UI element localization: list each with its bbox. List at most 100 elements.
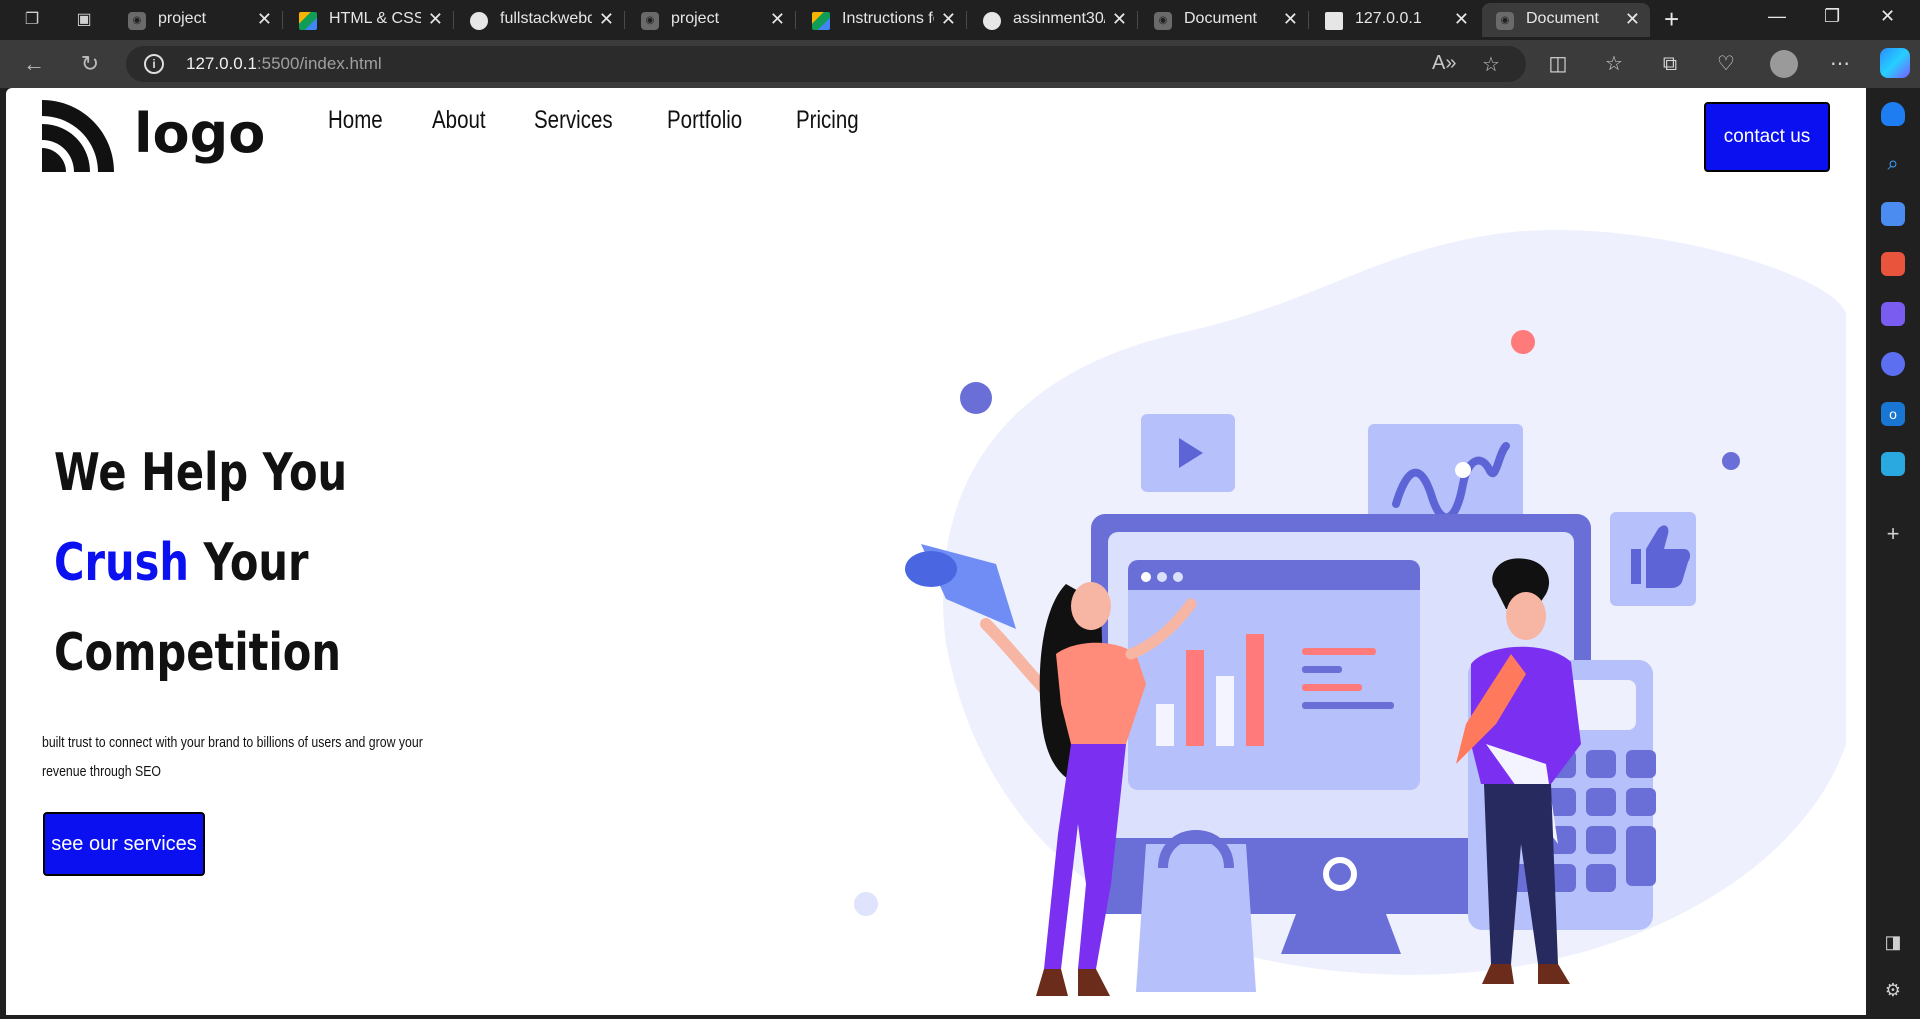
profile-avatar[interactable] <box>1770 50 1798 78</box>
tab-active[interactable]: ◉ Document ✕ <box>1482 3 1650 37</box>
contact-us-button[interactable]: contact us <box>1704 102 1830 172</box>
tools-icon[interactable] <box>1881 252 1905 276</box>
close-icon[interactable]: ✕ <box>428 9 443 30</box>
back-button[interactable]: ← <box>20 50 48 78</box>
tab[interactable]: ◉ project ✕ <box>114 3 283 37</box>
url-text[interactable]: 127.0.0.1:5500/index.html <box>186 54 382 74</box>
logo-text: logo <box>134 102 266 165</box>
tab[interactable]: fullstackwebd ✕ <box>456 3 625 37</box>
github-icon <box>983 12 1001 30</box>
copilot-icon[interactable] <box>1880 48 1910 78</box>
tab-title: Instructions fo <box>842 10 934 27</box>
close-icon[interactable]: ✕ <box>599 9 614 30</box>
workspaces-icon[interactable]: ❐ <box>20 8 44 32</box>
bar <box>1216 676 1234 746</box>
github-icon <box>470 12 488 30</box>
bar <box>1186 650 1204 746</box>
edge-sidebar: ⌕ o + ◨ ⚙ <box>1866 88 1920 1019</box>
browser-essentials-icon[interactable]: ♡ <box>1712 50 1740 78</box>
tab-title: assinment30/ <box>1013 10 1105 27</box>
tab-title: HTML & CSS <box>329 10 421 27</box>
google-drive-icon <box>299 12 317 30</box>
tab[interactable]: ◉ Document ✕ <box>1140 3 1309 37</box>
decor-dot <box>1511 330 1535 354</box>
read-aloud-icon[interactable]: A» <box>1432 52 1456 75</box>
new-tab-button[interactable]: + <box>1664 4 1679 35</box>
headline-line-3: Competition <box>54 623 341 683</box>
tab[interactable]: HTML & CSS ✕ <box>285 3 454 37</box>
headline-line-1: We Help You <box>54 443 348 503</box>
shopping-bag <box>1136 844 1256 992</box>
close-icon[interactable]: ✕ <box>1454 9 1469 30</box>
hero-headline: We Help You Crush Your Competition <box>54 428 347 698</box>
woman-boots <box>1036 969 1110 996</box>
headline-accent: Crush <box>54 533 190 593</box>
restore-button[interactable]: ❐ <box>1824 6 1840 27</box>
split-screen-icon[interactable]: ◫ <box>1544 50 1572 78</box>
wave-point <box>1455 462 1471 478</box>
more-menu-icon[interactable]: ⋯ <box>1826 50 1854 78</box>
close-icon[interactable]: ✕ <box>941 9 956 30</box>
document-icon <box>1325 12 1343 30</box>
nav-home[interactable]: Home <box>328 106 383 135</box>
drop-icon[interactable] <box>1881 452 1905 476</box>
notification-bell-icon[interactable] <box>1881 102 1905 126</box>
nav-services[interactable]: Services <box>534 106 613 135</box>
window-header <box>1128 560 1420 590</box>
tab[interactable]: 127.0.0.1 ✕ <box>1311 3 1479 37</box>
games-icon[interactable] <box>1881 302 1905 326</box>
logo[interactable]: logo <box>42 100 266 172</box>
hero-subtext: built trust to connect with your brand t… <box>42 734 423 780</box>
close-icon[interactable]: ✕ <box>770 9 785 30</box>
tab[interactable]: Instructions fo ✕ <box>798 3 967 37</box>
headline-line-2-rest: Your <box>189 533 309 593</box>
minimize-button[interactable]: — <box>1768 6 1786 27</box>
broadcast-icon: ◉ <box>641 12 659 30</box>
close-icon[interactable]: ✕ <box>1112 9 1127 30</box>
address-bar[interactable]: i 127.0.0.1:5500/index.html A» ☆ <box>126 46 1526 82</box>
decor-dot <box>1722 452 1740 470</box>
favorite-star-icon[interactable]: ☆ <box>1482 52 1500 77</box>
settings-gear-icon[interactable]: ⚙ <box>1881 978 1905 1002</box>
decor-dot <box>854 892 878 916</box>
outlook-icon[interactable]: o <box>1881 402 1905 426</box>
info-icon[interactable]: i <box>144 54 164 74</box>
tab-title: 127.0.0.1 <box>1355 10 1422 27</box>
tab-title: Document <box>1184 10 1257 27</box>
logo-mark-icon <box>42 100 114 172</box>
browser-window <box>1128 560 1420 790</box>
page-viewport: logo Home About Services Portfolio Prici… <box>6 88 1866 1015</box>
favorites-icon[interactable]: ☆ <box>1600 50 1628 78</box>
google-drive-icon <box>812 12 830 30</box>
tab-strip: ❐ ▣ ◉ project ✕ HTML & CSS ✕ fullstackwe… <box>0 0 1920 40</box>
bar <box>1156 704 1174 746</box>
tab[interactable]: assinment30/ ✕ <box>969 3 1138 37</box>
broadcast-icon: ◉ <box>128 12 146 30</box>
tab-actions-icon[interactable]: ▣ <box>72 8 96 32</box>
nav-pricing[interactable]: Pricing <box>796 106 859 135</box>
close-window-button[interactable]: ✕ <box>1880 6 1895 27</box>
microsoft365-icon[interactable] <box>1881 352 1905 376</box>
tab-title: fullstackwebd <box>500 10 592 27</box>
main-nav: Home About Services Portfolio Pricing <box>328 106 909 135</box>
shopping-tag-icon[interactable] <box>1881 202 1905 226</box>
nav-about[interactable]: About <box>432 106 486 135</box>
broadcast-icon: ◉ <box>1496 12 1514 30</box>
refresh-button[interactable]: ↻ <box>76 50 104 78</box>
tab[interactable]: ◉ project ✕ <box>627 3 796 37</box>
monitor-stand <box>1281 914 1401 954</box>
search-icon[interactable]: ⌕ <box>1881 152 1905 176</box>
tab-title: project <box>671 10 720 27</box>
nav-portfolio[interactable]: Portfolio <box>667 106 742 135</box>
close-icon[interactable]: ✕ <box>1625 9 1640 30</box>
man-shoes <box>1482 964 1570 984</box>
hide-sidebar-icon[interactable]: ◨ <box>1881 930 1905 954</box>
see-our-services-button[interactable]: see our services <box>43 812 205 876</box>
close-icon[interactable]: ✕ <box>1283 9 1298 30</box>
broadcast-icon: ◉ <box>1154 12 1172 30</box>
close-icon[interactable]: ✕ <box>257 9 272 30</box>
collections-icon[interactable]: ⧉ <box>1656 50 1684 78</box>
add-icon[interactable]: + <box>1881 522 1905 546</box>
tab-title: project <box>158 10 207 27</box>
hero-illustration <box>854 230 1846 996</box>
